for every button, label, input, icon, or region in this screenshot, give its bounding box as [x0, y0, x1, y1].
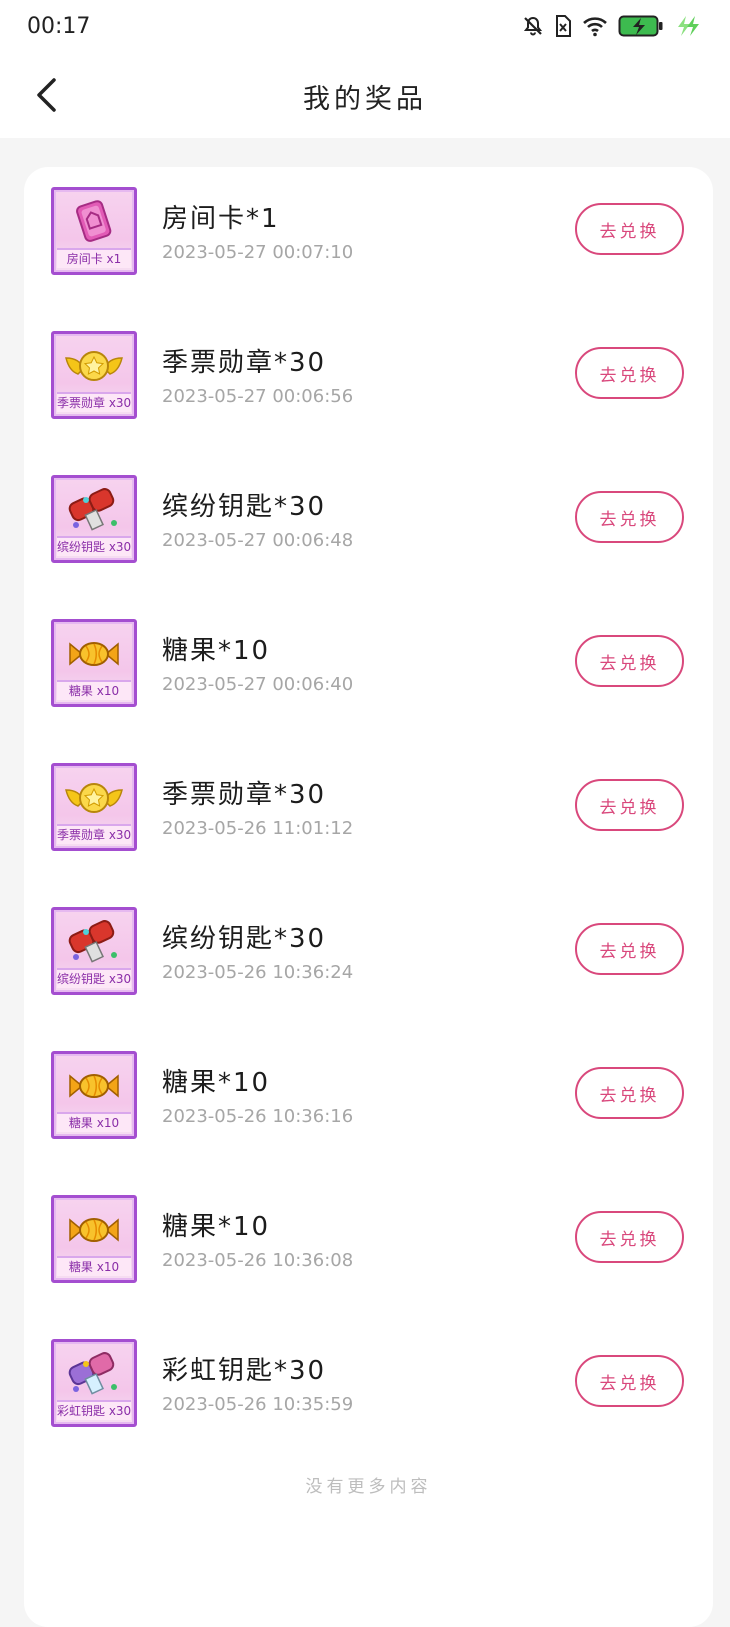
prize-row: 缤纷钥匙 x30 缤纷钥匙*30 2023-05-26 10:36:24 去兑换 [24, 894, 713, 1038]
redeem-button[interactable]: 去兑换 [575, 923, 684, 975]
prize-name: 糖果*10 [162, 1068, 271, 1098]
status-bar: 00:17 [0, 0, 730, 55]
prize-name: 缤纷钥匙*30 [162, 492, 327, 522]
thumbnail-label: 缤纷钥匙 x30 [57, 536, 131, 556]
redeem-button[interactable]: 去兑换 [575, 347, 684, 399]
thumbnail-label: 糖果 x10 [57, 680, 131, 700]
prize-name: 糖果*10 [162, 636, 271, 666]
prize-thumbnail: 糖果 x10 [51, 619, 137, 707]
candy-icon [60, 1202, 128, 1258]
prize-thumbnail: 缤纷钥匙 x30 [51, 907, 137, 995]
prize-date: 2023-05-27 00:07:10 [162, 242, 354, 263]
fast-charge-icon [674, 14, 700, 42]
prize-list: 房间卡 x1 房间卡*1 2023-05-27 00:07:10 去兑换 季票勋… [24, 167, 713, 1627]
prize-date: 2023-05-26 10:36:08 [162, 1250, 354, 1271]
redeem-button[interactable]: 去兑换 [575, 1067, 684, 1119]
prize-row: 房间卡 x1 房间卡*1 2023-05-27 00:07:10 去兑换 [24, 174, 713, 318]
thumbnail-label: 季票勋章 x30 [57, 392, 131, 412]
prize-thumbnail: 季票勋章 x30 [51, 331, 137, 419]
room-card-icon [60, 194, 128, 250]
prize-date: 2023-05-26 10:36:16 [162, 1106, 354, 1127]
prize-name: 季票勋章*30 [162, 348, 327, 378]
prize-row: 季票勋章 x30 季票勋章*30 2023-05-27 00:06:56 去兑换 [24, 318, 713, 462]
prize-date: 2023-05-27 00:06:56 [162, 386, 354, 407]
prize-date: 2023-05-26 11:01:12 [162, 818, 354, 839]
redeem-button[interactable]: 去兑换 [575, 1355, 684, 1407]
thumbnail-label: 彩虹钥匙 x30 [57, 1400, 131, 1420]
status-icons [522, 14, 700, 42]
prize-date: 2023-05-27 00:06:48 [162, 530, 354, 551]
prize-thumbnail: 彩虹钥匙 x30 [51, 1339, 137, 1427]
rainbow-key-icon [60, 1346, 128, 1402]
prize-row: 彩虹钥匙 x30 彩虹钥匙*30 2023-05-26 10:35:59 去兑换 [24, 1326, 713, 1470]
prize-name: 缤纷钥匙*30 [162, 924, 327, 954]
thumbnail-label: 季票勋章 x30 [57, 824, 131, 844]
badge-icon [60, 770, 128, 826]
prize-thumbnail: 缤纷钥匙 x30 [51, 475, 137, 563]
candy-icon [60, 626, 128, 682]
nav-bar: 我的奖品 [0, 55, 730, 138]
wifi-icon [582, 15, 608, 41]
prize-row: 缤纷钥匙 x30 缤纷钥匙*30 2023-05-27 00:06:48 去兑换 [24, 462, 713, 606]
redeem-button[interactable]: 去兑换 [575, 779, 684, 831]
prize-name: 彩虹钥匙*30 [162, 1356, 327, 1386]
prize-thumbnail: 糖果 x10 [51, 1051, 137, 1139]
status-time: 00:17 [27, 14, 91, 39]
battery-charging-icon [618, 14, 664, 42]
redeem-button[interactable]: 去兑换 [575, 1211, 684, 1263]
redeem-button[interactable]: 去兑换 [575, 491, 684, 543]
sim-off-icon [554, 15, 572, 41]
redeem-button[interactable]: 去兑换 [575, 635, 684, 687]
thumbnail-label: 缤纷钥匙 x30 [57, 968, 131, 988]
thumbnail-label: 糖果 x10 [57, 1256, 131, 1276]
prize-row: 季票勋章 x30 季票勋章*30 2023-05-26 11:01:12 去兑换 [24, 750, 713, 894]
bell-off-icon [522, 15, 544, 41]
prize-date: 2023-05-27 00:06:40 [162, 674, 354, 695]
redeem-button[interactable]: 去兑换 [575, 203, 684, 255]
key-icon [60, 482, 128, 538]
thumbnail-label: 糖果 x10 [57, 1112, 131, 1132]
prize-name: 房间卡*1 [162, 204, 280, 234]
key-icon [60, 914, 128, 970]
prize-row: 糖果 x10 糖果*10 2023-05-26 10:36:08 去兑换 [24, 1182, 713, 1326]
thumbnail-label: 房间卡 x1 [57, 248, 131, 268]
prize-date: 2023-05-26 10:36:24 [162, 962, 354, 983]
no-more-content-text: 没有更多内容 [305, 1477, 432, 1497]
prize-date: 2023-05-26 10:35:59 [162, 1394, 354, 1415]
prize-thumbnail: 房间卡 x1 [51, 187, 137, 275]
page-title: 我的奖品 [303, 84, 427, 115]
prize-thumbnail: 季票勋章 x30 [51, 763, 137, 851]
prize-row: 糖果 x10 糖果*10 2023-05-26 10:36:16 去兑换 [24, 1038, 713, 1182]
prize-name: 糖果*10 [162, 1212, 271, 1242]
prize-thumbnail: 糖果 x10 [51, 1195, 137, 1283]
prize-name: 季票勋章*30 [162, 780, 327, 810]
badge-icon [60, 338, 128, 394]
prize-row: 糖果 x10 糖果*10 2023-05-27 00:06:40 去兑换 [24, 606, 713, 750]
candy-icon [60, 1058, 128, 1114]
